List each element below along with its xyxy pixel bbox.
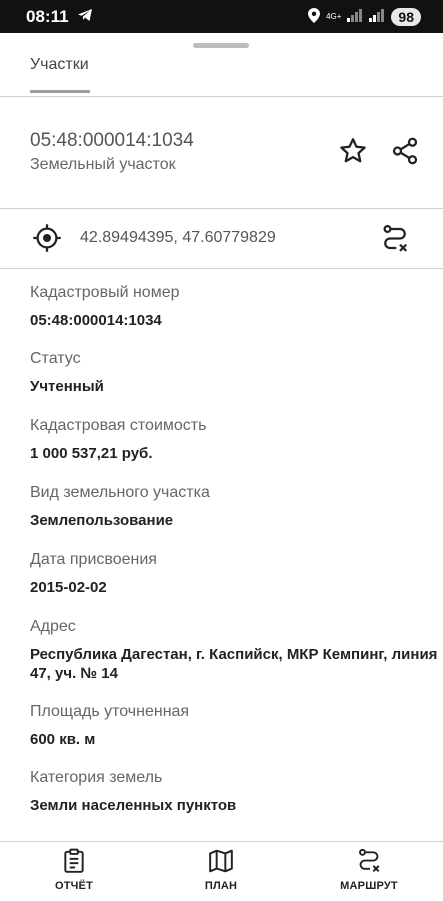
tab-parcels[interactable]: Участки bbox=[30, 56, 89, 74]
favorite-button[interactable] bbox=[336, 134, 370, 168]
parcel-header: 05:48:000014:1034 Земельный участок bbox=[0, 96, 443, 209]
field-label: Адрес bbox=[30, 618, 76, 635]
tab-bar: Участки bbox=[0, 50, 443, 97]
status-time: 08:11 bbox=[26, 6, 69, 26]
route-button[interactable] bbox=[378, 222, 412, 256]
network-type: 4G+ bbox=[326, 12, 342, 21]
field-value: Учтенный bbox=[30, 378, 104, 395]
nav-report-button[interactable]: ОТЧЁТ bbox=[19, 848, 129, 892]
crosshair-icon bbox=[33, 224, 61, 252]
share-button[interactable] bbox=[388, 134, 422, 168]
nav-route-button[interactable]: МАРШРУТ bbox=[314, 848, 424, 892]
field-label: Вид земельного участка bbox=[30, 484, 210, 501]
field-value: 600 кв. м bbox=[30, 731, 96, 748]
tab-active-indicator bbox=[30, 90, 90, 93]
field-cadastral-value: Кадастровая стоимость 1 000 537,21 руб. bbox=[30, 417, 443, 463]
nav-plan-label: ПЛАН bbox=[204, 880, 238, 892]
route-icon bbox=[359, 848, 380, 872]
signal-icon bbox=[347, 9, 363, 24]
field-cadastral-number: Кадастровый номер 05:48:000014:1034 bbox=[30, 284, 443, 330]
map-icon bbox=[209, 849, 233, 873]
field-value: Республика Дагестан, г. Каспийск, МКР Ке… bbox=[30, 646, 438, 682]
field-label: Кадастровая стоимость bbox=[30, 417, 207, 434]
report-icon bbox=[64, 848, 84, 873]
field-label: Статус bbox=[30, 350, 81, 367]
signal-icon-2 bbox=[369, 9, 385, 24]
field-land-category: Категория земель Земли населенных пункто… bbox=[30, 769, 443, 815]
nav-route-label: МАРШРУТ bbox=[340, 880, 398, 892]
coordinates-text[interactable]: 42.89494395, 47.60779829 bbox=[80, 229, 276, 247]
field-value: Земли населенных пунктов bbox=[30, 797, 237, 814]
status-bar: 08:11 4G+ 98 bbox=[0, 0, 443, 33]
field-label: Категория земель bbox=[30, 769, 163, 786]
status-bar-right: 4G+ 98 bbox=[308, 7, 421, 26]
field-status: Статус Учтенный bbox=[30, 350, 443, 396]
field-address: Адрес Республика Дагестан, г. Каспийск, … bbox=[30, 618, 443, 683]
field-assignment-date: Дата присвоения 2015-02-02 bbox=[30, 551, 443, 597]
field-land-type: Вид земельного участка Землепользование bbox=[30, 484, 443, 530]
parcel-cadastral-number: 05:48:000014:1034 bbox=[30, 130, 194, 151]
field-value: Землепользование bbox=[30, 512, 174, 529]
field-value: 1 000 537,21 руб. bbox=[30, 445, 153, 462]
locate-button[interactable] bbox=[31, 222, 63, 254]
coordinates-row: 42.89494395, 47.60779829 bbox=[0, 208, 443, 269]
star-icon bbox=[340, 138, 366, 163]
field-label: Площадь уточненная bbox=[30, 703, 190, 720]
field-value: 05:48:000014:1034 bbox=[30, 312, 162, 329]
route-icon bbox=[383, 225, 408, 252]
nav-report-label: ОТЧЁТ bbox=[54, 880, 94, 892]
bottom-navigation: ОТЧЁТ ПЛАН МАРШРУТ bbox=[0, 841, 443, 901]
location-icon bbox=[308, 8, 321, 25]
parcel-type: Земельный участок bbox=[30, 156, 176, 173]
field-label: Дата присвоения bbox=[30, 551, 157, 568]
field-area: Площадь уточненная 600 кв. м bbox=[30, 703, 443, 749]
battery-indicator: 98 bbox=[391, 7, 421, 26]
field-label: Кадастровый номер bbox=[30, 284, 180, 301]
telegram-icon bbox=[77, 7, 93, 27]
share-icon bbox=[392, 137, 418, 165]
nav-plan-button[interactable]: ПЛАН bbox=[166, 848, 276, 892]
sheet-drag-handle[interactable] bbox=[193, 43, 249, 48]
field-value: 2015-02-02 bbox=[30, 579, 107, 596]
status-bar-left: 08:11 bbox=[26, 7, 93, 27]
